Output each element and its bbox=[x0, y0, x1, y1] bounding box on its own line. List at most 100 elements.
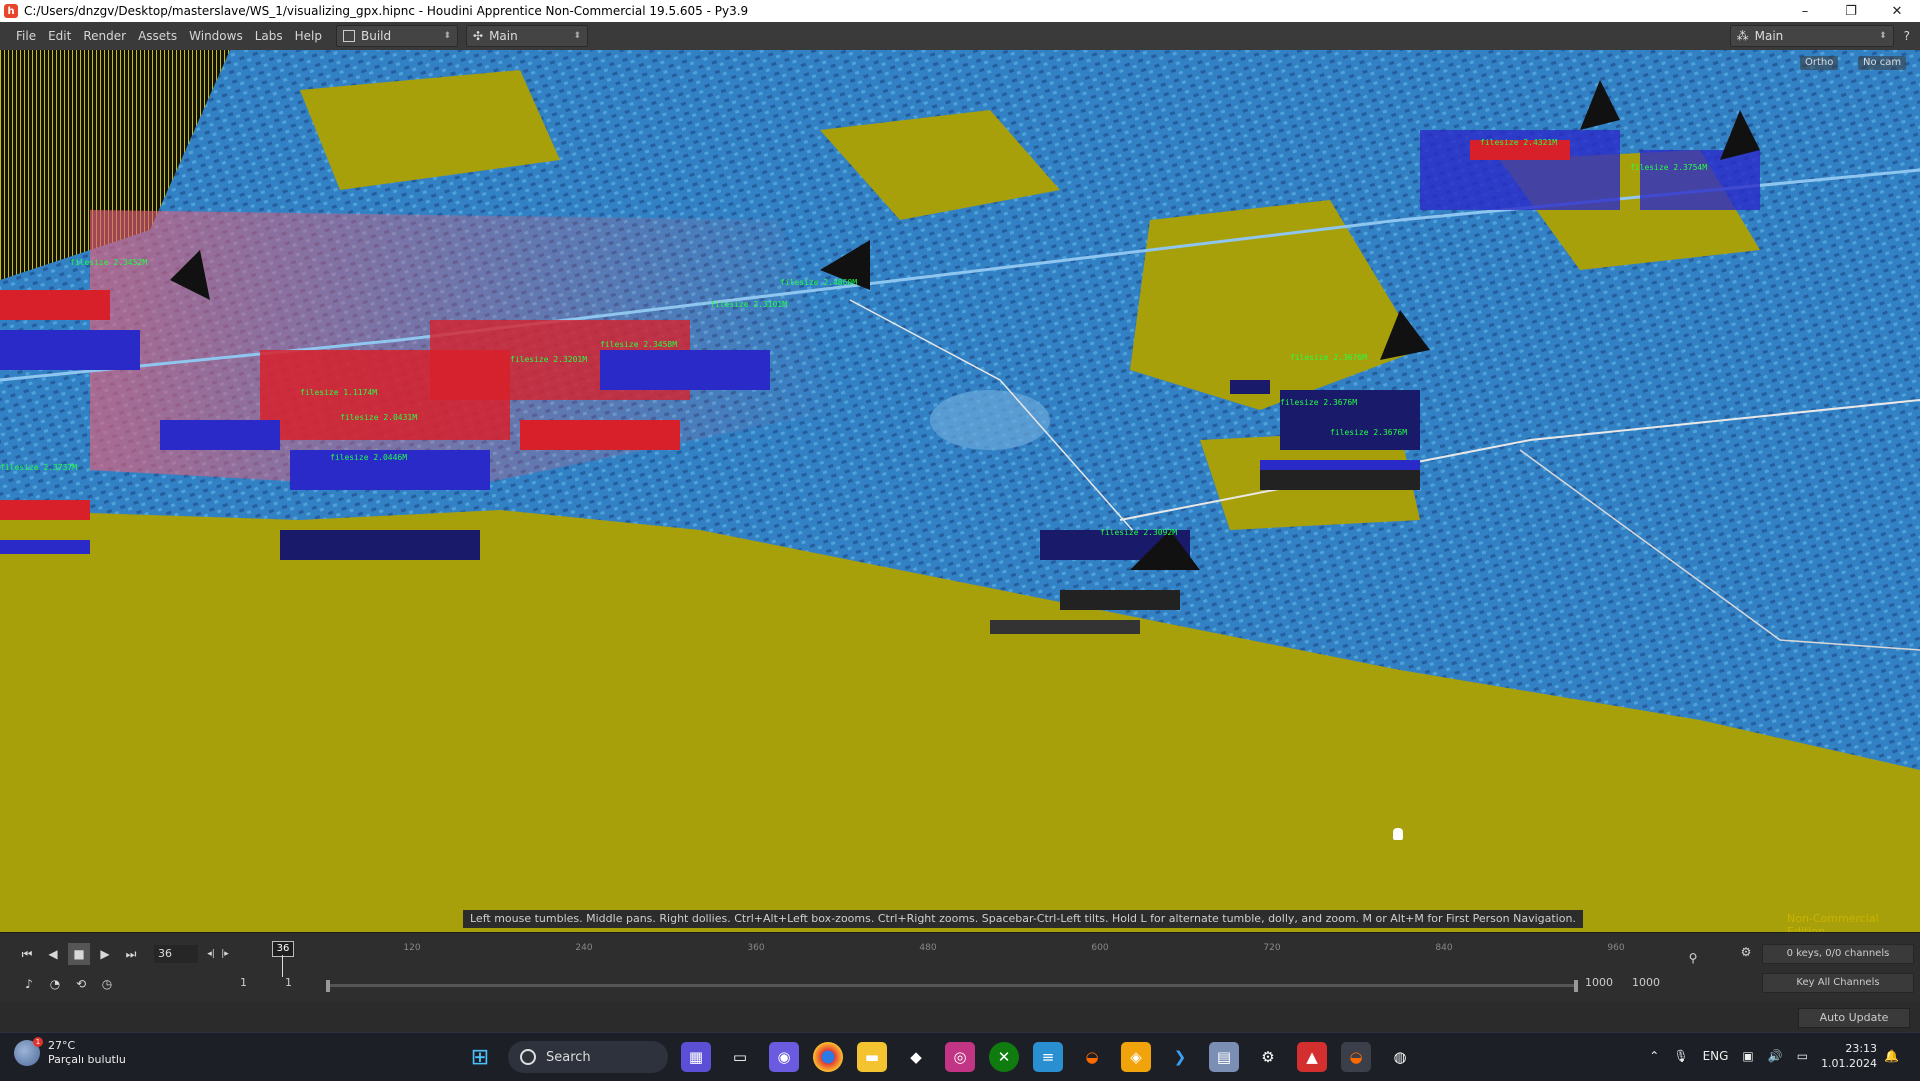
frame-range-bar[interactable] bbox=[328, 984, 1578, 987]
chrome-icon[interactable] bbox=[813, 1042, 843, 1072]
widgets-icon[interactable]: ▦ bbox=[681, 1042, 711, 1072]
clock-icon[interactable]: ◷ bbox=[96, 973, 118, 995]
svg-text:filesize 2.3452M: filesize 2.3452M bbox=[70, 258, 147, 267]
time: 23:13 bbox=[1845, 1042, 1878, 1055]
houdini-orange-icon[interactable]: ◒ bbox=[1077, 1042, 1107, 1072]
instagram-icon[interactable]: ◎ bbox=[945, 1042, 975, 1072]
svg-text:filesize 2.3737M: filesize 2.3737M bbox=[0, 463, 77, 472]
next-key-icon[interactable]: |▸ bbox=[214, 943, 236, 965]
network-selector[interactable]: ✣ Main ⬍ bbox=[466, 25, 588, 47]
camera-button[interactable]: No cam bbox=[1858, 56, 1907, 70]
jump-start-icon[interactable]: ⏮ bbox=[16, 943, 38, 965]
system-tray: ⌃ 🎙 ENG ▣ 🔊 ▭ 23:13 1.01.2024 🔔 bbox=[1642, 1041, 1906, 1071]
search-label: Search bbox=[546, 1049, 591, 1065]
timeline-ruler[interactable]: 120 240 360 480 600 720 840 960 36 bbox=[240, 941, 1670, 977]
menu-edit[interactable]: Edit bbox=[42, 29, 77, 43]
menu-render[interactable]: Render bbox=[77, 29, 132, 43]
range-end-handle[interactable] bbox=[1574, 980, 1578, 992]
git-icon[interactable]: ◈ bbox=[1121, 1042, 1151, 1072]
non-commercial-watermark: Non-Commercial Edition bbox=[1787, 912, 1879, 932]
date: 1.01.2024 bbox=[1821, 1057, 1878, 1070]
ruler-label: 360 bbox=[747, 943, 765, 953]
terminal-icon[interactable]: ▤ bbox=[1209, 1042, 1239, 1072]
chevron-updown-icon: ⬍ bbox=[443, 31, 451, 41]
maximize-button[interactable]: ❐ bbox=[1828, 0, 1874, 22]
ruler-label: 120 bbox=[403, 943, 421, 953]
svg-text:filesize 2.3754M: filesize 2.3754M bbox=[1630, 163, 1707, 172]
close-button[interactable]: ✕ bbox=[1874, 0, 1920, 22]
ruler-label: 240 bbox=[575, 943, 593, 953]
houdini-active-icon[interactable]: ◒ bbox=[1341, 1042, 1371, 1072]
menu-help[interactable]: Help bbox=[289, 29, 328, 43]
range-start-handle[interactable] bbox=[326, 980, 330, 992]
desktop-icon bbox=[343, 30, 355, 42]
taskbar-search[interactable]: Search bbox=[508, 1041, 668, 1073]
playhead-marker[interactable]: 36 bbox=[272, 941, 294, 957]
hand-cursor-icon bbox=[1393, 828, 1403, 840]
minimize-button[interactable]: – bbox=[1782, 0, 1828, 22]
menu-assets[interactable]: Assets bbox=[132, 29, 183, 43]
weather-widget[interactable]: 1 27°C Parçalı bulutlu bbox=[14, 1037, 126, 1067]
search-icon bbox=[520, 1049, 536, 1065]
auto-update-button[interactable]: Auto Update bbox=[1798, 1008, 1910, 1028]
realtime-icon[interactable]: ◔ bbox=[44, 973, 66, 995]
settings-gear-icon[interactable]: ⚙ bbox=[1253, 1042, 1283, 1072]
range-end-field-2[interactable]: 1000 bbox=[1632, 976, 1660, 989]
menu-labs[interactable]: Labs bbox=[249, 29, 289, 43]
notification-bell-icon[interactable]: 🔔 bbox=[1884, 1049, 1899, 1063]
desktop-selector[interactable]: Build ⬍ bbox=[336, 25, 458, 47]
right-selector-label: Main bbox=[1754, 29, 1784, 43]
file-explorer-icon[interactable]: ▬ bbox=[857, 1042, 887, 1072]
audio-icon[interactable]: ♪ bbox=[18, 973, 40, 995]
play-icon[interactable]: ▶ bbox=[94, 943, 116, 965]
recording-icon[interactable]: ◍ bbox=[1385, 1042, 1415, 1072]
volume-icon[interactable]: 🔊 bbox=[1768, 1049, 1783, 1063]
right-desktop-selector[interactable]: ⁂ Main ⬍ bbox=[1729, 25, 1894, 47]
scene-viewport[interactable]: filesize 2.3452M filesize 2.4860M filesi… bbox=[0, 50, 1920, 932]
status-bar: Auto Update bbox=[0, 1002, 1920, 1032]
range-end-field[interactable]: 1000 bbox=[1585, 976, 1613, 989]
acrobat-icon[interactable]: ▲ bbox=[1297, 1042, 1327, 1072]
notes-icon[interactable]: ≡ bbox=[1033, 1042, 1063, 1072]
xbox-icon[interactable]: ✕ bbox=[989, 1042, 1019, 1072]
jump-end-icon[interactable]: ⏭ bbox=[120, 943, 142, 965]
viewport-render[interactable]: filesize 2.3452M filesize 2.4860M filesi… bbox=[0, 50, 1920, 932]
svg-text:filesize 2.3458M: filesize 2.3458M bbox=[600, 340, 677, 349]
range-start-field[interactable]: 1 bbox=[240, 976, 247, 989]
os-taskbar: 1 27°C Parçalı bulutlu ⊞ Search ▦ ▭ ◉ ▬ … bbox=[0, 1032, 1920, 1081]
network-icon: ✣ bbox=[473, 29, 484, 43]
menu-file[interactable]: File bbox=[10, 29, 42, 43]
task-view-icon[interactable]: ▭ bbox=[725, 1042, 755, 1072]
chevron-updown-icon: ⬍ bbox=[573, 31, 581, 41]
network-selector-label: Main bbox=[489, 29, 518, 43]
svg-text:filesize 2.4860M: filesize 2.4860M bbox=[780, 278, 857, 287]
stadium bbox=[930, 390, 1050, 450]
language-indicator[interactable]: ENG bbox=[1703, 1049, 1729, 1063]
battery-icon[interactable]: ▭ bbox=[1797, 1049, 1808, 1063]
notification-badge: 1 bbox=[33, 1037, 43, 1047]
ortho-button[interactable]: Ortho bbox=[1800, 56, 1839, 70]
main-menubar: File Edit Render Assets Windows Labs Hel… bbox=[0, 22, 1920, 51]
loop-icon[interactable]: ⟲ bbox=[70, 973, 92, 995]
svg-text:filesize 2.3101M: filesize 2.3101M bbox=[710, 300, 787, 309]
teams-chat-icon[interactable]: ◉ bbox=[769, 1042, 799, 1072]
search-key-icon[interactable]: ⚲ bbox=[1682, 947, 1704, 969]
key-all-channels-field[interactable]: Key All Channels bbox=[1762, 973, 1914, 993]
help-icon[interactable]: ? bbox=[1904, 29, 1910, 43]
step-back-icon[interactable]: ◀ bbox=[42, 943, 64, 965]
vscode-icon[interactable]: ❯ bbox=[1165, 1042, 1195, 1072]
keys-info-field[interactable]: 0 keys, 0/0 channels bbox=[1762, 944, 1914, 964]
range-start-field-2[interactable]: 1 bbox=[285, 976, 292, 989]
key-settings-icon[interactable]: ⚙ bbox=[1735, 941, 1757, 963]
unity-icon[interactable]: ◆ bbox=[901, 1042, 931, 1072]
microphone-icon[interactable]: 🎙 bbox=[1673, 1049, 1688, 1063]
clock[interactable]: 23:13 1.01.2024 bbox=[1821, 1041, 1877, 1071]
network-icon[interactable]: ▣ bbox=[1742, 1049, 1753, 1063]
houdini-logo-icon: h bbox=[4, 4, 18, 18]
current-frame-field[interactable]: 36 bbox=[154, 945, 198, 963]
stop-icon[interactable]: ■ bbox=[68, 943, 90, 965]
chevron-up-icon[interactable]: ⌃ bbox=[1649, 1049, 1659, 1063]
windows-start-icon[interactable]: ⊞ bbox=[465, 1042, 495, 1072]
chevron-updown-icon: ⬍ bbox=[1879, 31, 1887, 41]
menu-windows[interactable]: Windows bbox=[183, 29, 249, 43]
